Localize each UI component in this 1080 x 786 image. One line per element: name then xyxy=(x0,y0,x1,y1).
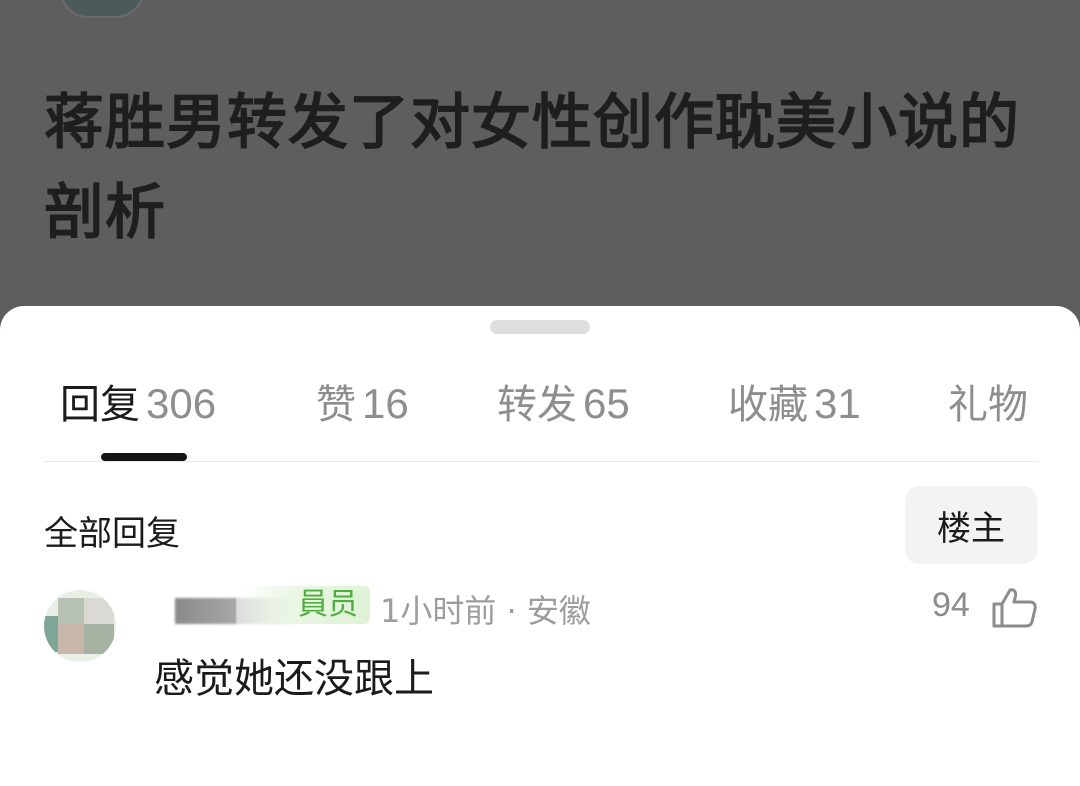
all-replies-heading: 全部回复 xyxy=(44,514,180,554)
tab-bar: 回复 306 赞 16 转发 65 收藏 31 礼物 xyxy=(0,372,1080,432)
tab-likes-label: 赞 xyxy=(316,382,356,428)
commenter-name-redacted[interactable] xyxy=(175,598,237,624)
tab-likes-count: 16 xyxy=(362,380,409,427)
tab-reposts-count: 65 xyxy=(583,380,630,427)
tab-reposts[interactable]: 转发 65 xyxy=(497,372,630,430)
tab-replies-count: 306 xyxy=(146,380,217,427)
drag-handle[interactable] xyxy=(490,320,590,334)
tab-reposts-label: 转发 xyxy=(497,382,577,428)
tab-gifts[interactable]: 礼物 xyxy=(948,372,1028,430)
tab-favorites-label: 收藏 xyxy=(728,382,808,428)
like-count: 94 xyxy=(932,586,970,624)
active-tab-indicator xyxy=(101,453,187,461)
thumbs-up-icon[interactable] xyxy=(990,586,1038,630)
tab-favorites[interactable]: 收藏 31 xyxy=(728,372,861,430)
tab-likes[interactable]: 赞 16 xyxy=(316,372,409,430)
member-badge: 員员 xyxy=(240,586,370,624)
commenter-avatar[interactable] xyxy=(44,590,116,662)
tab-favorites-count: 31 xyxy=(814,380,861,427)
tab-replies-label: 回复 xyxy=(60,382,140,428)
comment-text: 感觉她还没跟上 xyxy=(154,656,434,702)
author-avatar xyxy=(60,0,144,18)
op-only-button[interactable]: 楼主 xyxy=(905,486,1037,564)
comment-meta: 1小时前 · 安徽 xyxy=(380,592,591,630)
interaction-sheet: 回复 306 赞 16 转发 65 收藏 31 礼物 全部回复 楼主 員员 1小时前 ·… xyxy=(0,306,1080,786)
tab-divider xyxy=(44,461,1038,462)
post-title: 蒋胜男转发了对女性创作耽美小说的剖析 xyxy=(44,88,1020,248)
tab-replies[interactable]: 回复 306 xyxy=(60,372,216,430)
tab-gifts-label: 礼物 xyxy=(948,382,1028,428)
